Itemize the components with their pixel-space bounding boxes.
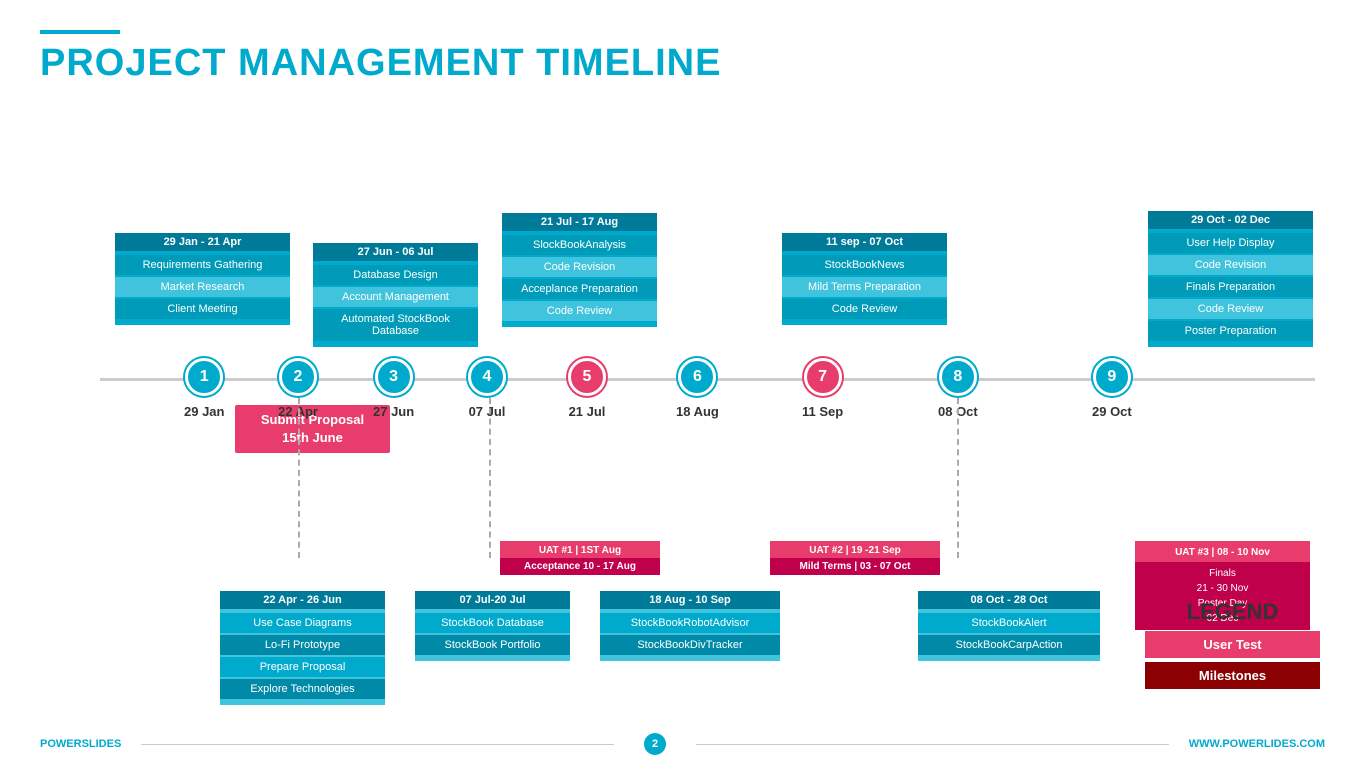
lower-box-2-item1: StockBook Database <box>415 613 570 633</box>
lower-box-3: 18 Aug - 10 Sep StockBookRobotAdvisor St… <box>600 591 780 661</box>
circle-9: 9 <box>1093 358 1131 396</box>
uat-1-label: UAT #1 | 1ST Aug <box>506 545 654 556</box>
lower-box-1-date: 22 Apr - 26 Jun <box>220 591 385 609</box>
circle-2: 2 <box>279 358 317 396</box>
lower-box-2-date: 07 Jul-20 Jul <box>415 591 570 609</box>
slide: PROJECT MANAGEMENT TIMELINE 29 Jan - 21 … <box>0 0 1365 767</box>
upper-box-4: 11 sep - 07 Oct StockBookNews Mild Terms… <box>782 233 947 325</box>
upper-box-5-item3: Finals Preparation <box>1148 277 1313 297</box>
footer-page: 2 <box>644 733 666 755</box>
upper-box-1-item1: Requirements Gathering <box>115 255 290 275</box>
lower-box-4-date: 08 Oct - 28 Oct <box>918 591 1100 609</box>
upper-box-4-item3: Code Review <box>782 299 947 319</box>
footer-slides: SLIDES <box>82 738 122 750</box>
uat-1-sub: Acceptance 10 - 17 Aug <box>500 558 660 575</box>
circle-7: 7 <box>804 358 842 396</box>
upper-box-5-date: 29 Oct - 02 Dec <box>1148 211 1313 229</box>
upper-box-1-item3: Client Meeting <box>115 299 290 319</box>
lower-box-1-item2: Lo-Fi Prototype <box>220 635 385 655</box>
upper-box-5-item5: Poster Preparation <box>1148 321 1313 341</box>
upper-box-3: 21 Jul - 17 Aug SlockBookAnalysis Code R… <box>502 213 657 327</box>
footer-brand: POWERSLIDES <box>40 738 121 750</box>
upper-box-5: 29 Oct - 02 Dec User Help Display Code R… <box>1148 211 1313 347</box>
upper-box-3-item4: Code Review <box>502 301 657 321</box>
upper-box-2-date: 27 Jun - 06 Jul <box>313 243 478 261</box>
circle-6: 6 <box>678 358 716 396</box>
footer-url: WWW.POWERLIDES.COM <box>1189 738 1325 750</box>
milestone-4-label: 07 Jul <box>469 404 506 419</box>
milestone-6: 6 18 Aug <box>676 358 719 419</box>
lower-box-2: 07 Jul-20 Jul StockBook Database StockBo… <box>415 591 570 661</box>
uat-3-label: UAT #3 | 08 - 10 Nov <box>1141 545 1304 560</box>
title-part2: TIMELINE <box>536 42 721 84</box>
footer-power: POWER <box>40 738 82 750</box>
milestone-3-label: 27 Jun <box>373 404 414 419</box>
lower-box-3-date: 18 Aug - 10 Sep <box>600 591 780 609</box>
upper-box-3-item2: Code Revision <box>502 257 657 277</box>
upper-box-3-item3: Acceplance Preparation <box>502 279 657 299</box>
milestone-6-label: 18 Aug <box>676 404 719 419</box>
lower-box-4-item1: StockBookAlert <box>918 613 1100 633</box>
dashed-7 <box>957 398 959 558</box>
uat-2-label: UAT #2 | 19 -21 Sep <box>776 545 934 556</box>
lower-box-3-item2: StockBookDivTracker <box>600 635 780 655</box>
milestone-7: 7 11 Sep <box>802 358 843 419</box>
upper-box-2-item3: Automated StockBook Database <box>313 309 478 341</box>
title-part1: PROJECT MANAGEMENT <box>40 42 536 84</box>
lower-box-2-item2: StockBook Portfolio <box>415 635 570 655</box>
upper-box-4-date: 11 sep - 07 Oct <box>782 233 947 251</box>
footer-line-right <box>696 744 1169 745</box>
upper-box-2-item1: Database Design <box>313 265 478 285</box>
upper-box-4-item1: StockBookNews <box>782 255 947 275</box>
timeline-area: 29 Jan - 21 Apr Requirements Gathering M… <box>40 103 1325 703</box>
lower-box-3-item1: StockBookRobotAdvisor <box>600 613 780 633</box>
lower-box-1-item1: Use Case Diagrams <box>220 613 385 633</box>
upper-box-5-item4: Code Review <box>1148 299 1313 319</box>
upper-box-3-item1: SlockBookAnalysis <box>502 235 657 255</box>
circle-8: 8 <box>939 358 977 396</box>
dashed-4 <box>489 398 491 558</box>
milestone-1: 1 29 Jan <box>184 358 224 419</box>
circle-5: 5 <box>568 358 606 396</box>
milestone-1-label: 29 Jan <box>184 404 224 419</box>
milestone-9-label: 29 Oct <box>1092 404 1132 419</box>
uat-box-1: UAT #1 | 1ST Aug Acceptance 10 - 17 Aug <box>500 541 660 575</box>
upper-box-5-item1: User Help Display <box>1148 233 1313 253</box>
lower-box-1-item3: Prepare Proposal <box>220 657 385 677</box>
lower-box-4-item2: StockBookCarpAction <box>918 635 1100 655</box>
upper-box-1: 29 Jan - 21 Apr Requirements Gathering M… <box>115 233 290 325</box>
legend-milestones: Milestones <box>1145 662 1320 689</box>
lower-box-4: 08 Oct - 28 Oct StockBookAlert StockBook… <box>918 591 1100 661</box>
slide-title: PROJECT MANAGEMENT TIMELINE <box>40 42 1325 85</box>
lower-box-1: 22 Apr - 26 Jun Use Case Diagrams Lo-Fi … <box>220 591 385 705</box>
milestone-7-label: 11 Sep <box>802 404 843 419</box>
milestone-9: 9 29 Oct <box>1092 358 1132 419</box>
uat-box-2: UAT #2 | 19 -21 Sep Mild Terms | 03 - 07… <box>770 541 940 575</box>
footer-line-left <box>141 744 614 745</box>
upper-box-2: 27 Jun - 06 Jul Database Design Account … <box>313 243 478 347</box>
circle-4: 4 <box>468 358 506 396</box>
upper-box-1-item2: Market Research <box>115 277 290 297</box>
upper-box-1-date: 29 Jan - 21 Apr <box>115 233 290 251</box>
lower-box-1-item4: Explore Technologies <box>220 679 385 699</box>
dashed-2 <box>298 398 300 558</box>
milestone-4: 4 07 Jul <box>468 358 506 419</box>
circle-1: 1 <box>185 358 223 396</box>
footer: POWERSLIDES 2 WWW.POWERLIDES.COM <box>0 733 1365 755</box>
upper-box-5-item2: Code Revision <box>1148 255 1313 275</box>
header-accent-line <box>40 30 120 34</box>
milestone-3: 3 27 Jun <box>373 358 414 419</box>
legend-title: LEGEND <box>1145 599 1320 625</box>
circle-3: 3 <box>375 358 413 396</box>
legend-user-test: User Test <box>1145 631 1320 658</box>
upper-box-3-date: 21 Jul - 17 Aug <box>502 213 657 231</box>
legend: LEGEND User Test Milestones <box>1145 599 1320 693</box>
milestone-5: 5 21 Jul <box>568 358 606 419</box>
upper-box-4-item2: Mild Terms Preparation <box>782 277 947 297</box>
uat-2-sub: Mild Terms | 03 - 07 Oct <box>770 558 940 575</box>
upper-box-2-item2: Account Management <box>313 287 478 307</box>
milestone-5-label: 21 Jul <box>569 404 606 419</box>
